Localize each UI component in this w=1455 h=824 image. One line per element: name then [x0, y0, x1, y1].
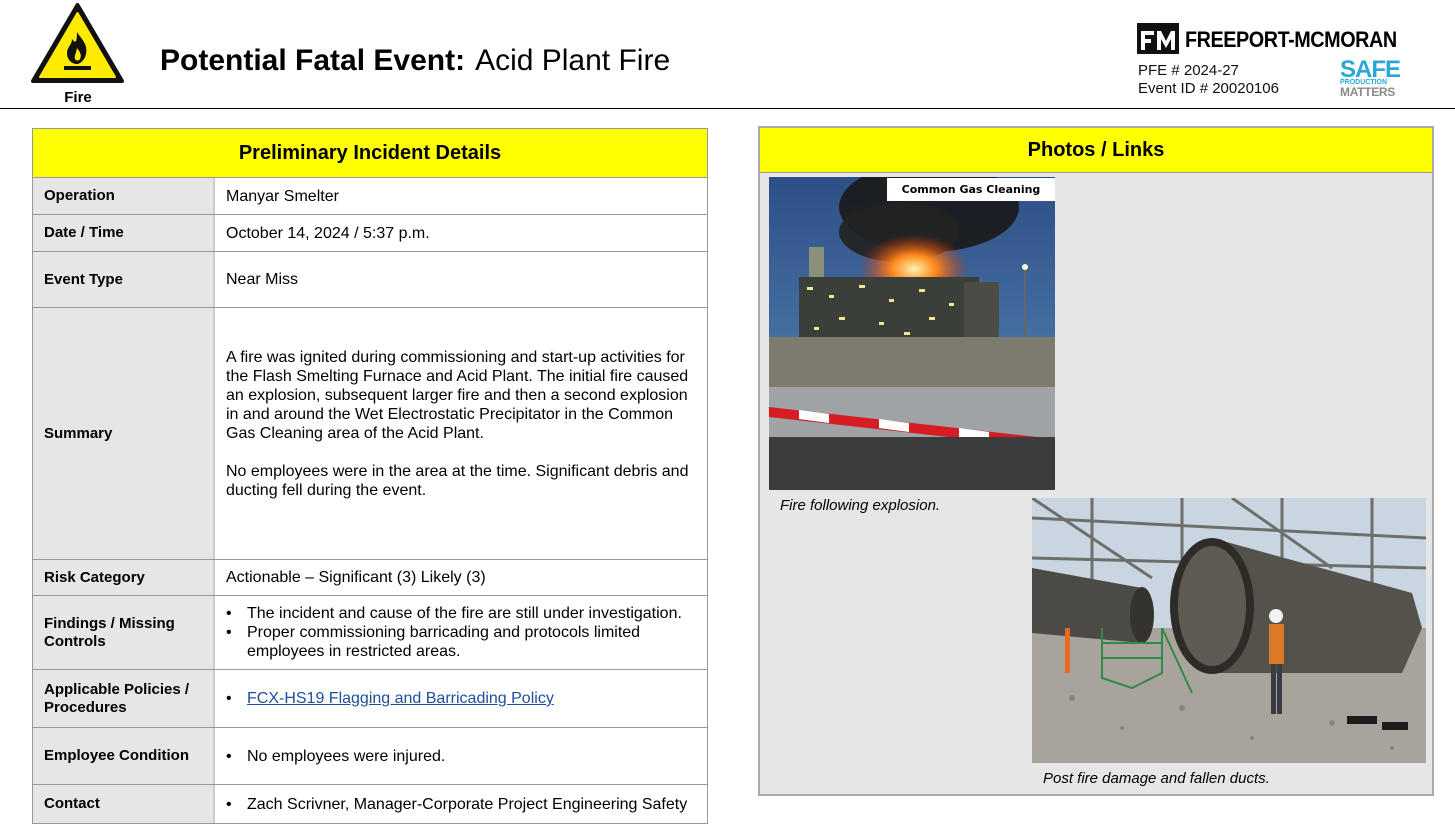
- safe-logo-line3: MATTERS: [1340, 85, 1396, 99]
- incident-details-table: Preliminary Incident Details Operation M…: [32, 128, 708, 824]
- row-risk: Risk Category Actionable – Significant (…: [32, 560, 708, 596]
- findings-list: • The incident and cause of the fire are …: [226, 604, 695, 661]
- hazard-label: Fire: [64, 89, 92, 106]
- title-event: Acid Plant Fire: [475, 44, 671, 77]
- safe-production-logo: SAFE PRODUCTION MATTERS: [1340, 56, 1410, 99]
- event-type-value: Near Miss: [226, 271, 299, 288]
- title-prefix: Potential Fatal Event:: [160, 44, 466, 77]
- summary-paragraph-2: No employees were in the area at the tim…: [226, 463, 689, 499]
- policies-label: Applicable Policies / Procedures: [33, 670, 215, 727]
- row-condition: Employee Condition • No employees were in…: [32, 728, 708, 785]
- photo2-caption: Post fire damage and fallen ducts.: [1043, 770, 1270, 787]
- debris-photo: [1032, 498, 1426, 763]
- photos-heading: Photos / Links: [760, 128, 1432, 173]
- event-id: Event ID # 20020106: [1138, 80, 1279, 97]
- summary-label: Summary: [33, 308, 215, 559]
- event-type-label: Event Type: [33, 252, 215, 307]
- fm-logo-icon: [1137, 23, 1179, 54]
- contact-label: Contact: [33, 785, 215, 823]
- page-header: Fire Potential Fatal Event: Acid Plant Fi…: [0, 0, 1455, 109]
- row-event-type: Event Type Near Miss: [32, 252, 708, 308]
- condition-label: Employee Condition: [33, 728, 215, 784]
- pfe-number: PFE # 2024-27: [1138, 62, 1239, 79]
- summary-paragraph-1: A fire was ignited during commissioning …: [226, 349, 689, 442]
- policy-link[interactable]: FCX-HS19 Flagging and Barricading Policy: [247, 689, 554, 708]
- list-item: • Proper commissioning barricading and pr…: [226, 624, 641, 660]
- photo-tag: Common Gas Cleaning: [902, 183, 1041, 196]
- row-operation: Operation Manyar Smelter: [32, 178, 708, 215]
- fire-photo: Common Gas Cleaning: [769, 177, 1055, 490]
- findings-label: Findings / Missing Controls: [33, 596, 215, 669]
- risk-value: Actionable – Significant (3) Likely (3): [226, 569, 486, 586]
- policies-value: • FCX-HS19 Flagging and Barricading Polic…: [226, 689, 554, 708]
- datetime-value: October 14, 2024 / 5:37 p.m.: [226, 224, 430, 242]
- row-datetime: Date / Time October 14, 2024 / 5:37 p.m.: [32, 215, 708, 252]
- operation-value: Manyar Smelter: [226, 187, 339, 205]
- photos-panel: Photos / Links Common Gas Cleaning Fire …: [758, 126, 1434, 796]
- row-findings: Findings / Missing Controls • The inciden…: [32, 596, 708, 670]
- fire-hazard-icon: [31, 3, 124, 83]
- row-summary: Summary A fire was ignited during commis…: [32, 308, 708, 560]
- condition-value: • No employees were injured.: [226, 747, 446, 765]
- event-ids: PFE # 2024-27 Event ID # 20020106: [1138, 62, 1279, 98]
- safe-logo-line1: SAFE: [1340, 56, 1401, 83]
- contact-value: • Zach Scrivner, Manager-Corporate Projec…: [226, 795, 688, 813]
- row-contact: Contact • Zach Scrivner, Manager-Corporat…: [32, 785, 708, 824]
- photo1-caption: Fire following explosion.: [780, 497, 941, 514]
- row-policies: Applicable Policies / Procedures • FCX-HS…: [32, 670, 708, 728]
- summary-value: A fire was ignited during commissioning …: [215, 308, 707, 559]
- operation-label: Operation: [33, 178, 215, 214]
- findings-value: • The incident and cause of the fire are …: [215, 596, 707, 669]
- company-name: FREEPORT-MCMORAN: [1185, 27, 1397, 52]
- details-heading: Preliminary Incident Details: [32, 129, 708, 178]
- risk-label: Risk Category: [33, 560, 215, 595]
- list-item: • The incident and cause of the fire are …: [226, 605, 682, 622]
- page-title: Potential Fatal Event: Acid Plant Fire: [160, 44, 670, 78]
- datetime-label: Date / Time: [33, 215, 215, 251]
